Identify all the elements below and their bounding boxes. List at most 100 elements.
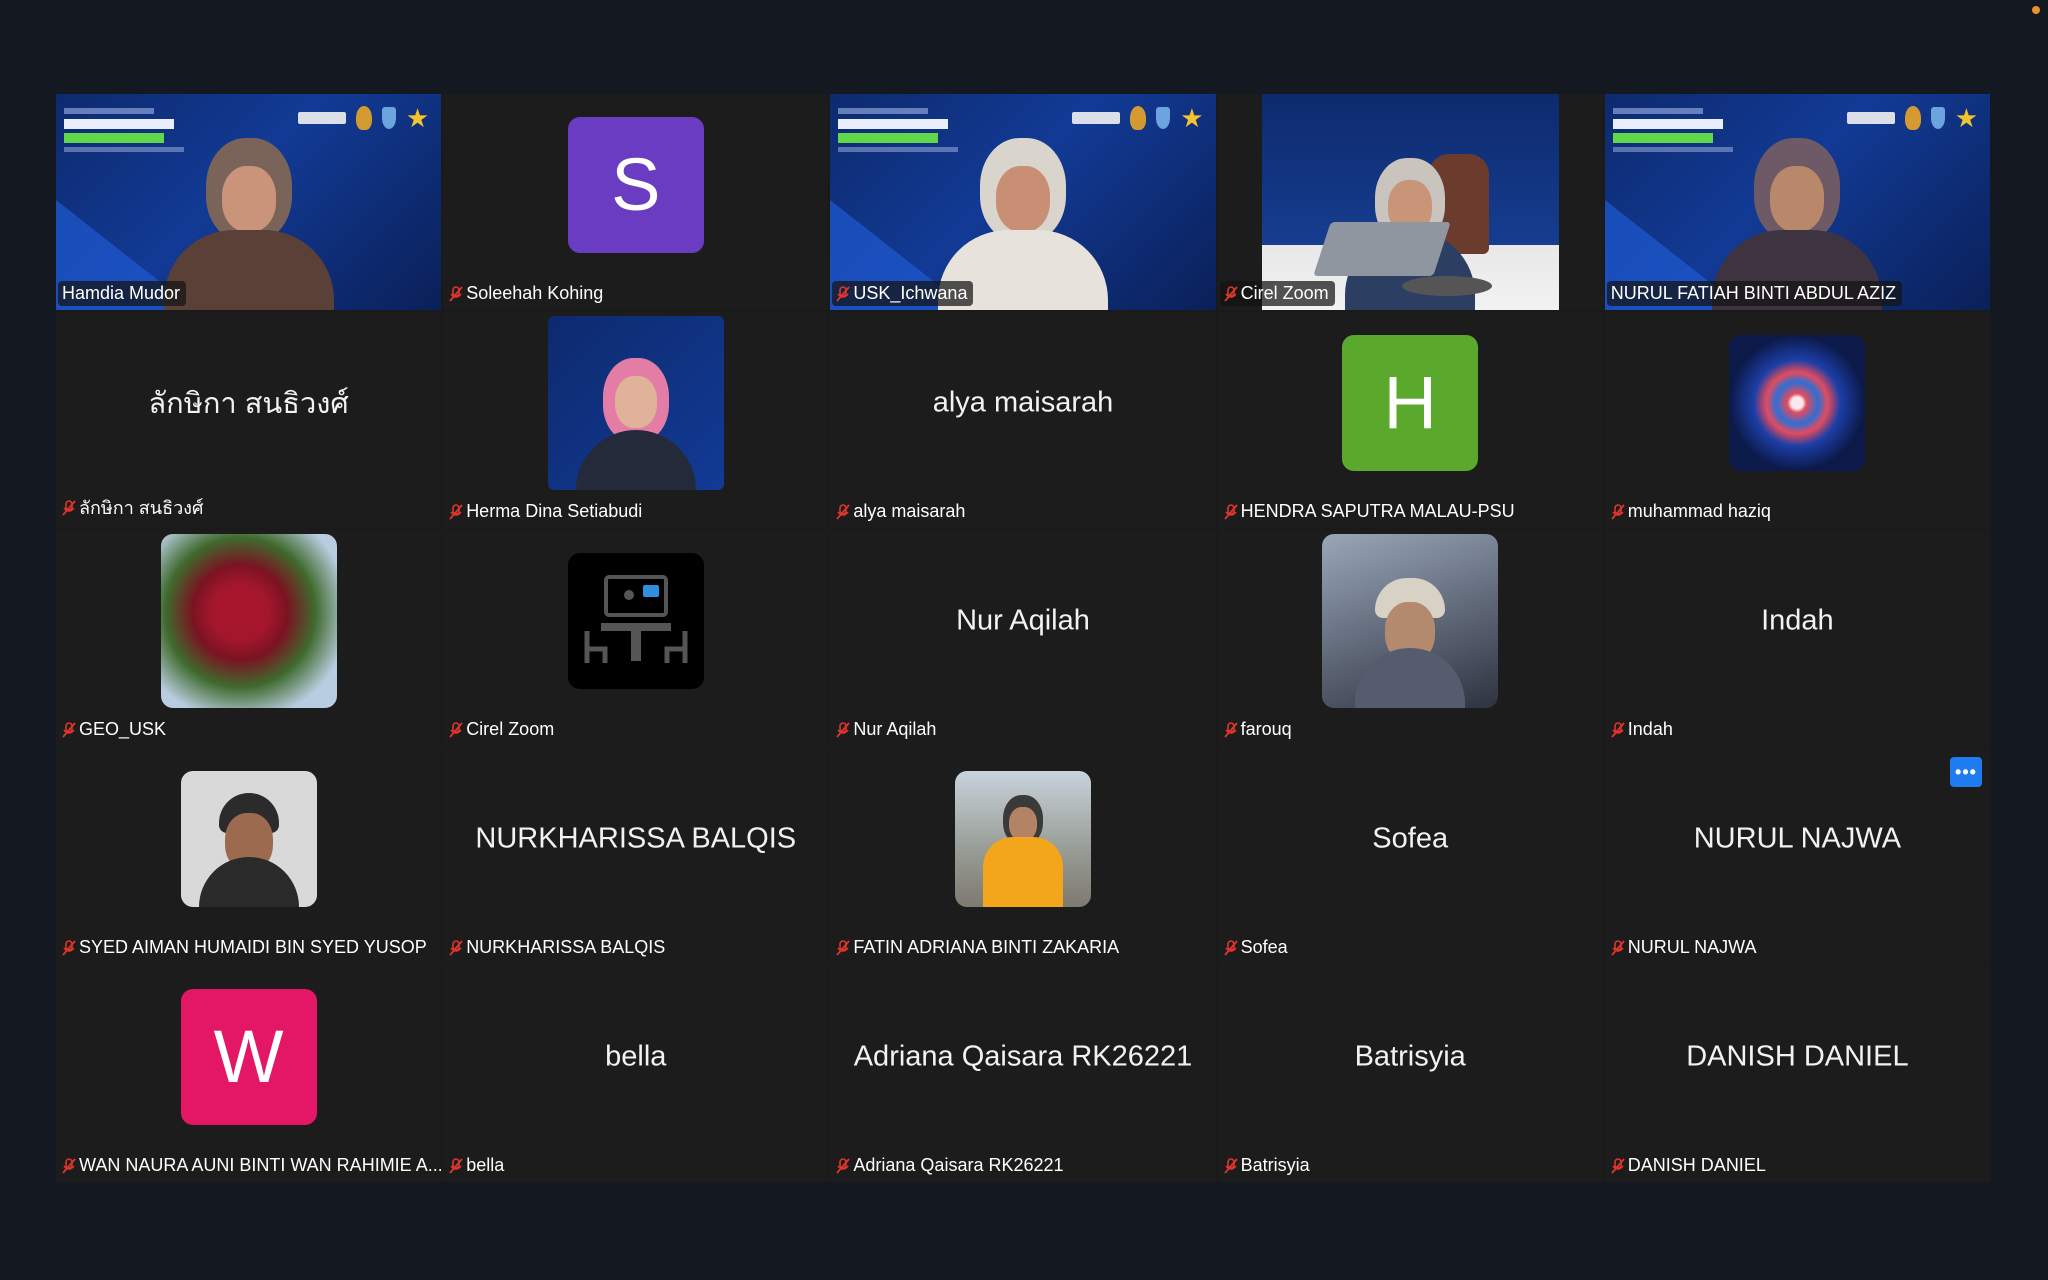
participant-name-label: FATIN ADRIANA BINTI ZAKARIA	[832, 935, 1125, 960]
participant-tile[interactable]: Adriana Qaisara RK26221 Adriana Qaisara …	[830, 966, 1216, 1182]
mic-off-icon	[836, 939, 851, 956]
mic-off-icon	[62, 939, 76, 956]
avatar	[1322, 533, 1499, 708]
participant-name-label: Adriana Qaisara RK26221	[832, 1153, 1069, 1178]
participant-name-label: Hamdia Mudor	[58, 281, 187, 306]
mic-off-icon	[1223, 939, 1238, 956]
participant-name-label: DANISH DANIEL	[1607, 1153, 1772, 1178]
participant-display-name: Batrisyia	[1354, 1040, 1466, 1073]
participant-name-label: Sofea	[1220, 935, 1294, 960]
participant-tile[interactable]: SYED AIMAN HUMAIDI BIN SYED YUSOP	[56, 748, 442, 964]
participant-tile[interactable]: Cirel Zoom	[443, 530, 829, 746]
participant-tile[interactable]: DANISH DANIEL DANISH DANIEL	[1604, 966, 1990, 1182]
mic-off-icon	[1611, 939, 1625, 956]
mic-off-icon	[1611, 1157, 1625, 1174]
participant-name-label: ลักษิกา สนธิวงศ์	[58, 491, 209, 524]
participant-tile[interactable]: ★ USK_Ichwana	[830, 94, 1216, 310]
participant-display-name: bella	[605, 1040, 667, 1073]
participant-tile[interactable]: NURKHARISSA BALQIS NURKHARISSA BALQIS	[443, 748, 829, 964]
participant-video: ★	[56, 94, 442, 310]
avatar	[180, 770, 317, 907]
participant-name-label: HENDRA SAPUTRA MALAU-PSU	[1220, 499, 1521, 524]
participant-name-label: Cirel Zoom	[445, 717, 560, 742]
participant-tile[interactable]: NURUL NAJWA NURUL NAJWA	[1604, 748, 1990, 964]
participant-name-label: Indah	[1607, 717, 1679, 742]
participant-display-name: Indah	[1761, 604, 1834, 637]
participant-name-label: NURKHARISSA BALQIS	[445, 935, 671, 960]
participant-name-label: Herma Dina Setiabudi	[445, 499, 648, 524]
participant-display-name: Adriana Qaisara RK26221	[853, 1040, 1193, 1073]
participant-tile[interactable]: ★ NURUL FATIAH BINTI ABDUL AZIZ	[1604, 94, 1990, 310]
participant-display-name: NURUL NAJWA	[1693, 822, 1902, 855]
mic-off-icon	[1223, 1157, 1238, 1174]
avatar	[160, 533, 337, 708]
participant-tile[interactable]: Cirel Zoom	[1217, 94, 1603, 310]
participant-name-label: GEO_USK	[58, 717, 172, 742]
participant-name-label: muhammad haziq	[1607, 499, 1777, 524]
more-options-button[interactable]: •••	[1950, 757, 1982, 787]
participant-name-label: NURUL NAJWA	[1607, 935, 1763, 960]
avatar	[567, 552, 704, 689]
participant-tile[interactable]: S Soleehah Kohing	[443, 94, 829, 310]
participant-tile[interactable]: Indah Indah	[1604, 530, 1990, 746]
participant-tile[interactable]: ลักษิกา สนธิวงศ์ ลักษิกา สนธิวงศ์	[56, 312, 442, 528]
participant-name-label: alya maisarah	[832, 499, 971, 524]
participant-video: ★	[830, 94, 1216, 310]
participant-tile[interactable]: bella bella	[443, 966, 829, 1182]
avatar	[954, 770, 1091, 907]
status-indicator-dot	[2032, 6, 2040, 14]
participant-name-label: farouq	[1220, 717, 1298, 742]
participant-tile[interactable]: alya maisarah alya maisarah	[830, 312, 1216, 528]
mic-off-icon	[449, 285, 463, 302]
participant-display-name: alya maisarah	[932, 386, 1114, 419]
mic-off-icon	[1223, 285, 1238, 302]
participant-display-name: Nur Aqilah	[956, 604, 1090, 637]
participant-tile[interactable]: FATIN ADRIANA BINTI ZAKARIA	[830, 748, 1216, 964]
mic-off-icon	[62, 1157, 76, 1174]
participant-tile[interactable]: Batrisyia Batrisyia	[1217, 966, 1603, 1182]
video-gallery-grid: ★ Hamdia Mudor S Soleehah Kohing ★ USK_I…	[56, 94, 1990, 1182]
participant-tile[interactable]: farouq	[1217, 530, 1603, 746]
mic-off-icon	[836, 503, 851, 520]
mic-off-icon	[449, 939, 463, 956]
participant-name-label: Soleehah Kohing	[445, 281, 609, 306]
mic-off-icon	[1223, 503, 1238, 520]
participant-name-label: bella	[445, 1153, 510, 1178]
participant-name-label: Cirel Zoom	[1219, 281, 1335, 306]
participant-tile[interactable]: H HENDRA SAPUTRA MALAU-PSU	[1217, 312, 1603, 528]
avatar	[1729, 334, 1866, 471]
avatar: W	[180, 988, 317, 1125]
avatar	[547, 315, 724, 490]
more-options-icon: •••	[1955, 761, 1977, 782]
participant-tile[interactable]: Nur Aqilah Nur Aqilah	[830, 530, 1216, 746]
participant-tile[interactable]: GEO_USK	[56, 530, 442, 746]
participant-name-label: Nur Aqilah	[832, 717, 942, 742]
participant-tile[interactable]: muhammad haziq	[1604, 312, 1990, 528]
participant-display-name: NURKHARISSA BALQIS	[475, 822, 797, 855]
participant-display-name: DANISH DANIEL	[1686, 1040, 1909, 1073]
participant-name-label: NURUL FATIAH BINTI ABDUL AZIZ	[1606, 281, 1903, 306]
mic-off-icon	[449, 503, 463, 520]
meeting-room-icon	[584, 574, 688, 663]
participant-tile-active-speaker[interactable]: ★ Hamdia Mudor	[56, 94, 442, 310]
mic-off-icon	[836, 285, 851, 302]
participant-video	[1261, 94, 1559, 310]
mic-off-icon	[836, 1157, 851, 1174]
mic-off-icon	[836, 721, 851, 738]
mic-off-icon	[1611, 503, 1625, 520]
mic-off-icon	[62, 499, 76, 516]
participant-video: ★	[1604, 94, 1990, 310]
participant-tile[interactable]: W WAN NAURA AUNI BINTI WAN RAHIMIE A...	[56, 966, 442, 1182]
participant-tile[interactable]: Herma Dina Setiabudi	[443, 312, 829, 528]
mic-off-icon	[449, 721, 463, 738]
participant-display-name: ลักษิกา สนธิวงศ์	[148, 387, 349, 420]
participant-tile[interactable]: Sofea Sofea	[1217, 748, 1603, 964]
avatar: S	[567, 116, 704, 253]
participant-name-label: WAN NAURA AUNI BINTI WAN RAHIMIE A...	[58, 1153, 441, 1178]
mic-off-icon	[449, 1157, 463, 1174]
mic-off-icon	[62, 721, 76, 738]
mic-off-icon	[1223, 721, 1238, 738]
participant-name-label: SYED AIMAN HUMAIDI BIN SYED YUSOP	[58, 935, 433, 960]
participant-display-name: Sofea	[1372, 822, 1449, 855]
mic-off-icon	[1611, 721, 1625, 738]
